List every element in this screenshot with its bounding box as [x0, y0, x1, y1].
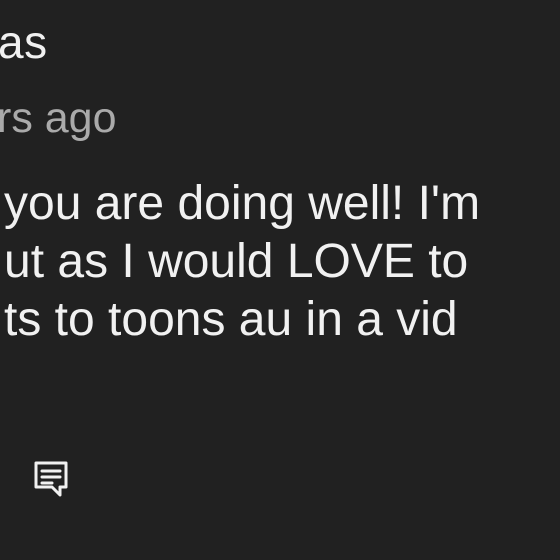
comment-author[interactable]: as — [0, 14, 48, 70]
comment-line-1: you are doing well! I'm — [4, 177, 481, 230]
reply-button[interactable] — [26, 454, 76, 504]
comment-timestamp[interactable]: rs ago — [0, 91, 117, 145]
comment-line-3: ts to toons au in a vid — [4, 293, 458, 346]
comment-text: you are doing well! I'm ut as I would LO… — [4, 175, 560, 349]
comment-card: as rs ago you are doing well! I'm ut as … — [0, 0, 560, 560]
comment-line-2: ut as I would LOVE to — [4, 235, 469, 288]
comment-reply-icon — [34, 461, 68, 497]
